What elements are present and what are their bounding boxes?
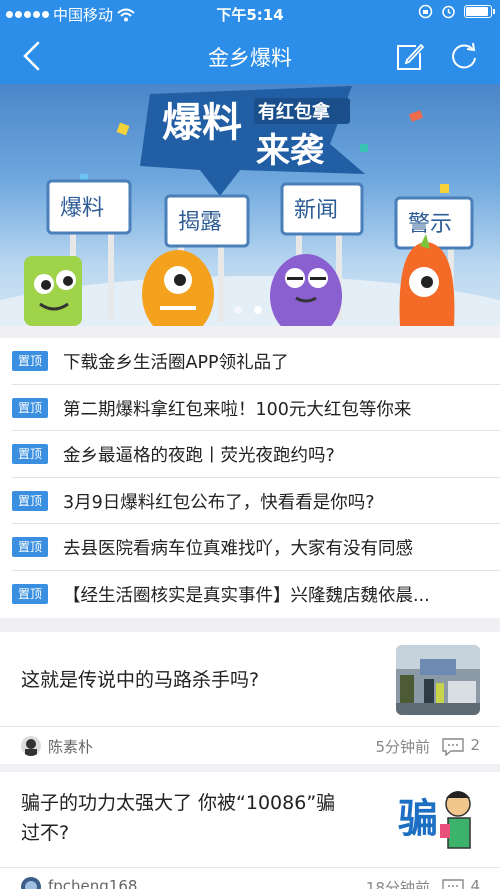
status-right	[418, 4, 495, 19]
pinned-item[interactable]: 置顶 下载金乡生活圈APP领礼品了	[12, 338, 500, 385]
banner-illustration: 爆料 有红包拿 来袭 爆料 揭露 新闻 警示	[0, 86, 500, 326]
pinned-item-title: 下载金乡生活圈APP领礼品了	[63, 353, 289, 373]
thumb-text: 骗	[398, 796, 438, 842]
compose-icon[interactable]	[394, 41, 426, 73]
pinned-badge: 置顶	[12, 583, 48, 604]
post-title-line-1: 骗子的功力太强大了 你被“10086”骗	[21, 792, 336, 814]
banner-headline: 爆料	[162, 100, 242, 146]
comment-icon	[442, 738, 464, 756]
pager-dot[interactable]	[234, 306, 242, 314]
pinned-item[interactable]: 置顶 第二期爆料拿红包来啦！100元大红包等你来	[12, 385, 500, 431]
pinned-badge: 置顶	[12, 444, 48, 464]
banner-carousel[interactable]: 爆料 有红包拿 来袭 爆料 揭露 新闻 警示	[0, 84, 500, 326]
post-card[interactable]: 骗子的功力太强大了 你被“10086”骗 过不? 骗 fpcheng168 18…	[0, 772, 500, 889]
post-time: 18分钟前	[365, 879, 430, 889]
post-title: 骗子的功力太强大了 你被“10086”骗 过不?	[21, 788, 335, 848]
pinned-item[interactable]: 置顶 3月9日爆料红包公布了，快看看是你吗?	[12, 478, 500, 524]
post-meta: 陈素朴 5分钟前 2	[0, 726, 500, 764]
nav-bar: 金乡爆料	[0, 28, 500, 84]
rotation-lock-icon	[418, 4, 433, 19]
scam-cartoon-image: 骗	[396, 784, 480, 854]
carousel-pager[interactable]	[234, 306, 262, 314]
post-time: 5分钟前	[375, 738, 430, 756]
pager-dot-active[interactable]	[254, 306, 262, 314]
pinned-badge: 置顶	[12, 490, 48, 511]
banner-tag: 有红包拿	[258, 101, 331, 123]
post-thumbnail[interactable]: 骗	[396, 784, 480, 854]
status-bar: 中国移动 下午5:14	[0, 0, 500, 28]
banner-sign-4: 警示	[408, 212, 452, 237]
author-name[interactable]: fpcheng168	[48, 877, 137, 889]
refresh-icon[interactable]	[448, 41, 480, 73]
author-avatar[interactable]	[21, 736, 41, 756]
pinned-item-title: 【经生活圈核实是真实事件】兴隆魏店魏依晨...	[63, 585, 430, 606]
post-thumbnail[interactable]	[396, 645, 480, 715]
comment-icon	[442, 879, 464, 889]
banner-subline: 来袭	[256, 131, 325, 171]
pinned-list: 置顶 下载金乡生活圈APP领礼品了 置顶 第二期爆料拿红包来啦！100元大红包等…	[0, 338, 500, 618]
battery-icon	[464, 5, 495, 18]
pinned-item-title: 金乡最逼格的夜跑丨荧光夜跑约吗?	[63, 446, 335, 466]
post-card[interactable]: 这就是传说中的马路杀手吗? 陈素朴 5分钟前 2	[0, 632, 500, 764]
comment-count: 4	[470, 877, 480, 889]
author-name[interactable]: 陈素朴	[48, 736, 93, 757]
banner-sign-2: 揭露	[178, 210, 222, 235]
pinned-item[interactable]: 置顶 去县医院看病车位真难找吖，大家有没有同感	[12, 524, 500, 571]
banner-sign-3: 新闻	[294, 198, 338, 223]
pinned-badge: 置顶	[12, 537, 48, 557]
street-scene-image	[396, 645, 480, 715]
pinned-item[interactable]: 置顶 金乡最逼格的夜跑丨荧光夜跑约吗?	[12, 431, 500, 478]
post-meta: fpcheng168 18分钟前 4	[0, 867, 500, 889]
post-title: 这就是传说中的马路杀手吗?	[21, 669, 260, 691]
pinned-item-title: 去县医院看病车位真难找吖，大家有没有同感	[63, 539, 413, 559]
author-avatar[interactable]	[21, 877, 41, 889]
banner-sign-1: 爆料	[60, 196, 104, 221]
alarm-icon	[442, 5, 455, 19]
comment-count: 2	[470, 736, 480, 754]
pinned-item[interactable]: 置顶 【经生活圈核实是真实事件】兴隆魏店魏依晨...	[12, 571, 500, 618]
pinned-badge: 置顶	[12, 397, 48, 418]
pinned-item-title: 第二期爆料拿红包来啦！100元大红包等你来	[63, 399, 412, 420]
pinned-item-title: 3月9日爆料红包公布了，快看看是你吗?	[63, 492, 375, 513]
post-title-line-2: 过不?	[21, 822, 70, 844]
pinned-badge: 置顶	[12, 351, 48, 371]
